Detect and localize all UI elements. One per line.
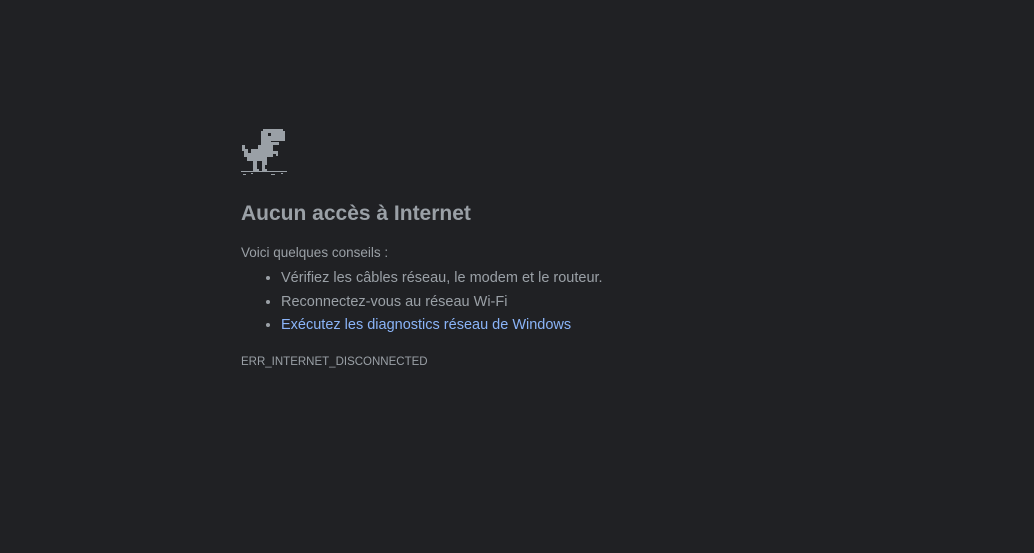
page-title: Aucun accès à Internet xyxy=(241,202,471,225)
offline-dinosaur-icon[interactable] xyxy=(241,127,287,175)
run-diagnostics-link[interactable]: Exécutez les diagnostics réseau de Windo… xyxy=(281,317,571,333)
tip-run-diagnostics: Exécutez les diagnostics réseau de Windo… xyxy=(281,314,801,338)
error-page: Aucun accès à Internet Voici quelques co… xyxy=(0,0,1034,553)
tips-list: Vérifiez les câbles réseau, le modem et … xyxy=(241,267,801,338)
error-content: Aucun accès à Internet Voici quelques co… xyxy=(241,127,801,370)
tip-reconnect-wifi: Reconnectez-vous au réseau Wi-Fi xyxy=(281,291,801,315)
tip-check-cables: Vérifiez les câbles réseau, le modem et … xyxy=(281,267,801,291)
error-code: ERR_INTERNET_DISCONNECTED xyxy=(241,355,428,368)
tips-intro: Voici quelques conseils : xyxy=(241,245,389,260)
